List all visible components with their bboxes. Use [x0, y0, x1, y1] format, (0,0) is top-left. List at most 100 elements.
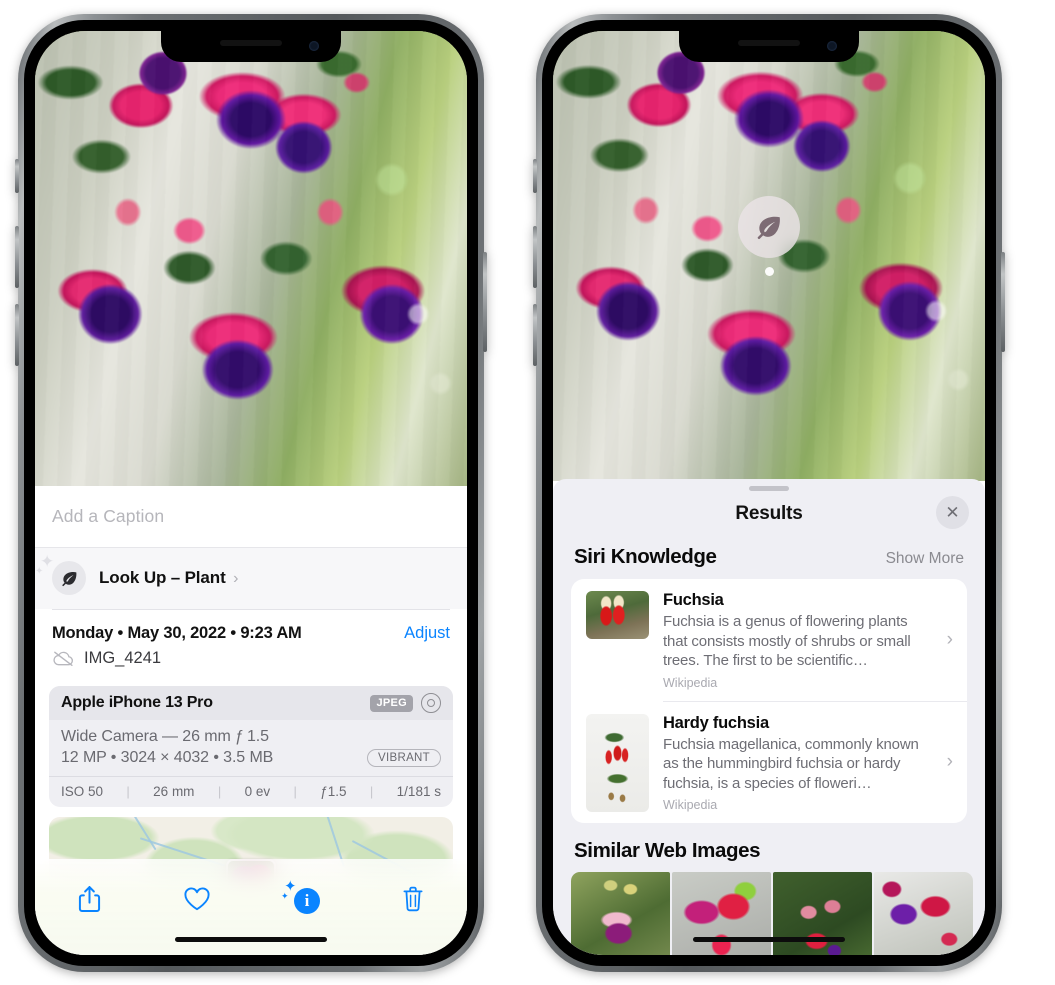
lens-info: Wide Camera — 26 mm ƒ 1.5	[61, 728, 269, 745]
left-phone-bezel: Add a Caption ✦ ✦ Look Up – Plant › Mond…	[24, 20, 478, 966]
silent-switch[interactable]	[533, 159, 537, 193]
result-source: Wikipedia	[663, 675, 718, 690]
front-camera-icon	[827, 41, 837, 51]
left-phone-screen: Add a Caption ✦ ✦ Look Up – Plant › Mond…	[35, 31, 467, 955]
exif-row: ISO 50 | 26 mm | 0 ev | ƒ1.5 | 1/181 s	[49, 776, 453, 807]
right-phone-bezel: Results ✕ Siri Knowledge Show More Fuchs…	[542, 20, 996, 966]
similar-image-thumbnail[interactable]	[773, 872, 872, 955]
delete-button[interactable]	[385, 877, 441, 921]
siri-knowledge-title: Siri Knowledge	[574, 545, 717, 568]
size-info-row: 12 MP • 3024 × 4032 • 3.5 MB VIBRANT	[61, 749, 441, 767]
exif-separator-2: |	[217, 784, 222, 799]
notch	[679, 31, 859, 62]
exif-shutter-speed: 1/181 s	[396, 784, 441, 799]
similar-image-thumbnail[interactable]	[874, 872, 973, 955]
volume-down-button[interactable]	[15, 304, 19, 366]
visual-look-up-pin[interactable]	[738, 196, 800, 276]
exif-iso: ISO 50	[61, 784, 104, 799]
cloud-slash-icon	[53, 651, 73, 667]
fuchsia-photo-image	[35, 31, 467, 486]
volume-down-button[interactable]	[533, 304, 537, 366]
exif-focal-length: 26 mm	[153, 784, 195, 799]
result-title: Hardy fuchsia	[663, 713, 769, 732]
leaf-icon: ✦ ✦	[35, 553, 86, 595]
look-up-separator: –	[170, 568, 181, 587]
chevron-right-icon: ›	[946, 751, 953, 773]
photographic-style-badge: VIBRANT	[367, 749, 441, 767]
look-up-subject: Plant	[184, 568, 226, 587]
siri-knowledge-card: Fuchsia Fuchsia is a genus of flowering …	[571, 579, 967, 823]
screenshot-stage: Add a Caption ✦ ✦ Look Up – Plant › Mond…	[0, 0, 1055, 985]
pin-anchor-dot	[764, 267, 774, 276]
camera-card-header: Apple iPhone 13 Pro JPEG	[49, 686, 453, 720]
similar-image-thumbnail[interactable]	[672, 872, 771, 955]
right-iphone-device: Results ✕ Siri Knowledge Show More Fuchs…	[533, 14, 1005, 972]
capture-datetime: Monday • May 30, 2022 • 9:23 AM	[52, 624, 302, 642]
home-indicator[interactable]	[693, 936, 845, 942]
info-button[interactable]: ✦ ✦ i	[277, 877, 333, 921]
favorite-button[interactable]	[169, 877, 225, 921]
filename-line: IMG_4241	[52, 649, 450, 668]
look-up-label-group: Look Up – Plant ›	[99, 568, 238, 588]
share-button[interactable]	[61, 877, 117, 921]
home-indicator[interactable]	[175, 936, 327, 942]
power-button[interactable]	[1001, 252, 1005, 352]
result-thumbnail	[586, 591, 649, 639]
datetime-block: Monday • May 30, 2022 • 9:23 AM Adjust I…	[35, 610, 467, 678]
result-text-block: Hardy fuchsia Fuchsia magellanica, commo…	[663, 714, 954, 813]
exif-separator-3: |	[293, 784, 297, 799]
results-title: Results	[735, 503, 803, 524]
camera-card-body: Wide Camera — 26 mm ƒ 1.5 12 MP • 3024 ×…	[49, 720, 453, 776]
list-item[interactable]: Hardy fuchsia Fuchsia magellanica, commo…	[571, 702, 967, 824]
result-description: Fuchsia is a genus of flowering plants t…	[663, 613, 911, 669]
earpiece-speaker	[738, 40, 800, 46]
front-camera-icon	[309, 41, 319, 51]
similar-image-thumbnail[interactable]	[571, 872, 670, 955]
show-more-button[interactable]: Show More	[886, 550, 964, 568]
result-description: Fuchsia magellanica, commonly known as t…	[663, 735, 919, 792]
similar-web-images-row	[553, 872, 985, 955]
caption-input-row[interactable]: Add a Caption	[35, 486, 467, 548]
exif-separator-1: |	[126, 784, 130, 799]
exif-exposure-value: 0 ev	[244, 784, 271, 799]
leaf-icon	[738, 196, 800, 258]
result-thumbnail	[586, 713, 649, 812]
camera-card-badges: JPEG	[370, 693, 441, 713]
heart-icon	[184, 887, 210, 911]
sparkle-small-icon: ✦	[281, 891, 289, 901]
datetime-line: Monday • May 30, 2022 • 9:23 AM Adjust	[52, 624, 450, 643]
power-button[interactable]	[483, 252, 487, 352]
camera-model: Apple iPhone 13 Pro	[61, 694, 213, 711]
caption-placeholder: Add a Caption	[52, 506, 165, 526]
volume-up-button[interactable]	[533, 226, 537, 288]
close-icon[interactable]: ✕	[936, 496, 969, 529]
volume-up-button[interactable]	[15, 226, 19, 288]
filename-label: IMG_4241	[84, 649, 162, 667]
results-header: Results ✕	[553, 491, 985, 537]
look-up-row[interactable]: ✦ ✦ Look Up – Plant ›	[35, 548, 467, 609]
result-source: Wikipedia	[663, 798, 718, 812]
notch	[161, 31, 341, 62]
resolution-filesize: 12 MP • 3024 × 4032 • 3.5 MB	[61, 749, 274, 766]
file-format-badge: JPEG	[370, 694, 413, 712]
photo-viewer[interactable]	[35, 31, 467, 486]
earpiece-speaker	[220, 40, 282, 46]
silent-switch[interactable]	[15, 159, 19, 193]
chevron-right-icon: ›	[946, 628, 953, 650]
siri-knowledge-header: Siri Knowledge Show More	[553, 537, 985, 579]
photo-info-sheet: Add a Caption ✦ ✦ Look Up – Plant › Mond…	[35, 486, 467, 955]
left-iphone-device: Add a Caption ✦ ✦ Look Up – Plant › Mond…	[15, 14, 487, 972]
info-sparkle-icon: ✦ ✦ i	[281, 879, 320, 914]
list-item[interactable]: Fuchsia Fuchsia is a genus of flowering …	[571, 579, 967, 701]
similar-web-images-title: Similar Web Images	[574, 839, 761, 862]
result-title: Fuchsia	[663, 591, 724, 609]
exif-separator-4: |	[369, 784, 374, 799]
result-text-block: Fuchsia Fuchsia is a genus of flowering …	[663, 591, 954, 690]
share-icon	[78, 886, 100, 912]
adjust-button[interactable]: Adjust	[404, 624, 450, 643]
results-sheet: Results ✕ Siri Knowledge Show More Fuchs…	[553, 479, 985, 955]
photo-toolbar: ✦ ✦ i	[35, 859, 467, 955]
trash-icon	[403, 886, 423, 912]
camera-info-card: Apple iPhone 13 Pro JPEG Wide Camera — 2…	[49, 686, 453, 807]
raw-ring-icon[interactable]	[421, 693, 441, 713]
